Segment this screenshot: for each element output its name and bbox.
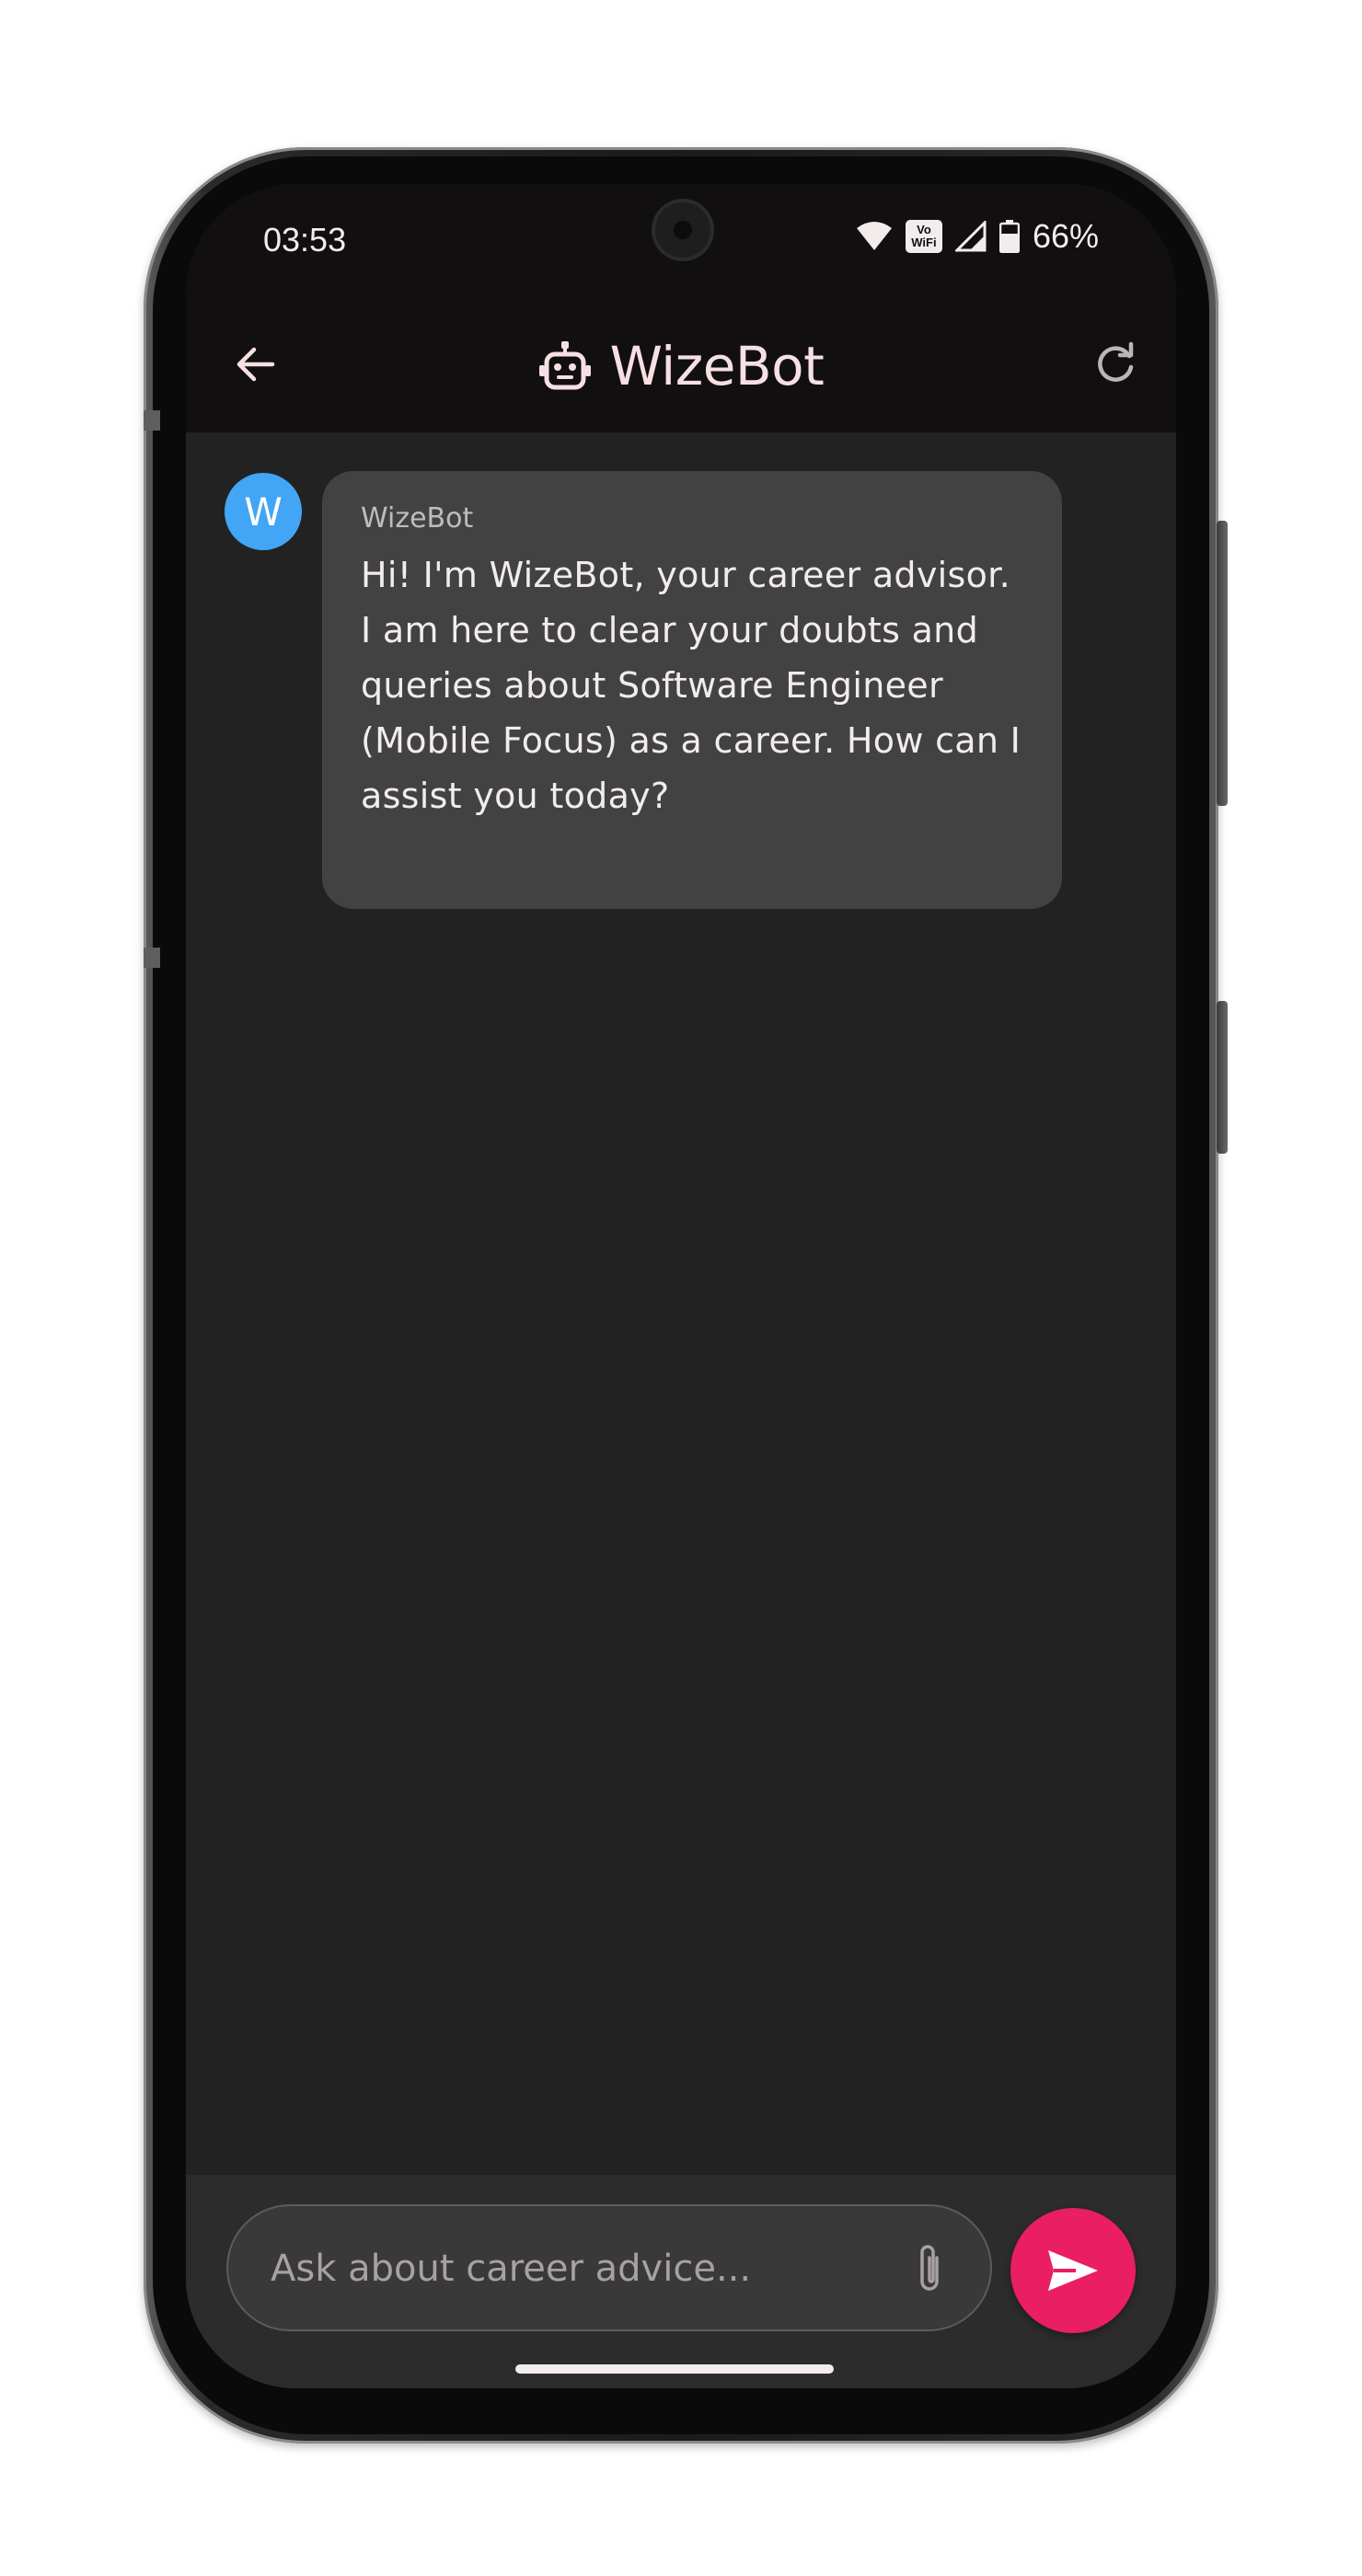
battery-icon bbox=[998, 220, 1020, 253]
battery-percentage: 66% bbox=[1032, 217, 1099, 255]
wifi-icon bbox=[856, 222, 892, 250]
status-bar: 03:53 Vo WiFi 66% bbox=[186, 184, 1176, 294]
robot-icon bbox=[538, 341, 591, 390]
message-input[interactable] bbox=[269, 2206, 898, 2331]
paperclip-icon bbox=[920, 2245, 939, 2291]
antenna-line bbox=[144, 410, 160, 431]
message-text: Hi! I'm WizeBot, your career advisor. I … bbox=[361, 555, 1022, 816]
phone-screen: 03:53 Vo WiFi 66% WizeBot W WizeBot Hi! … bbox=[186, 184, 1176, 2388]
vowifi-bottom-label: WiFi bbox=[911, 236, 937, 249]
volume-button bbox=[1217, 521, 1228, 806]
vowifi-icon: Vo WiFi bbox=[905, 220, 942, 253]
attach-button[interactable] bbox=[900, 2239, 959, 2298]
avatar: W bbox=[225, 473, 302, 550]
message-bubble[interactable]: WizeBot Hi! I'm WizeBot, your career adv… bbox=[322, 471, 1062, 909]
page-title: WizeBot bbox=[609, 335, 825, 397]
send-button[interactable] bbox=[1010, 2208, 1136, 2333]
refresh-icon bbox=[1098, 341, 1134, 382]
status-time: 03:53 bbox=[263, 221, 347, 259]
composer-bar bbox=[186, 2175, 1176, 2388]
front-camera bbox=[655, 202, 710, 258]
power-button bbox=[1217, 1001, 1228, 1154]
refresh-button[interactable] bbox=[1088, 337, 1143, 392]
status-icons: Vo WiFi 66% bbox=[856, 217, 1099, 256]
vowifi-top-label: Vo bbox=[917, 223, 931, 236]
app-title: WizeBot bbox=[186, 329, 1176, 403]
signal-icon bbox=[954, 221, 987, 252]
chat-messages[interactable]: W WizeBot Hi! I'm WizeBot, your career a… bbox=[186, 432, 1176, 1899]
home-indicator[interactable] bbox=[515, 2364, 834, 2374]
message-input-container[interactable] bbox=[226, 2204, 992, 2331]
antenna-line bbox=[144, 948, 160, 968]
message-sender: WizeBot bbox=[361, 502, 474, 535]
send-icon bbox=[1048, 2250, 1098, 2291]
app-bar: WizeBot bbox=[186, 294, 1176, 432]
